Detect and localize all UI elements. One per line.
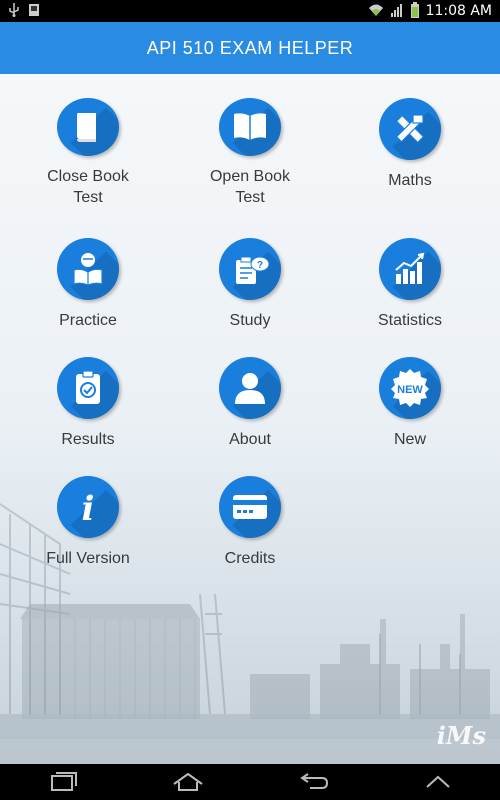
info-glyph: i (82, 489, 95, 526)
menu-item-label: About (229, 431, 271, 448)
menu-item-new[interactable]: NEW New (330, 357, 490, 467)
chevron-up-icon (425, 775, 450, 788)
info-icon: i (57, 476, 119, 538)
menu-item-practice[interactable]: Practice (8, 238, 168, 348)
menu-item-label: Study (229, 312, 271, 329)
checklist-icon (57, 357, 119, 419)
menu-item-open-book-test[interactable]: Open Book Test (170, 98, 330, 208)
menu-up-button[interactable] (408, 767, 468, 797)
menu-item-label: Credits (224, 550, 276, 567)
menu-item-label: New (393, 431, 426, 448)
person-icon (219, 357, 281, 419)
menu-item-label: Close Book Test (47, 168, 129, 206)
closed-book-icon (57, 98, 119, 156)
recent-apps-button[interactable] (33, 767, 93, 797)
usb-icon (8, 3, 20, 19)
menu-item-credits[interactable]: Credits (170, 476, 330, 586)
status-bar: 11:08 AM (0, 0, 500, 22)
reading-person-icon (57, 238, 119, 300)
menu-item-statistics[interactable]: Statistics (330, 238, 490, 348)
menu-item-label: Full Version (46, 550, 130, 567)
open-book-icon (219, 98, 281, 156)
battery-icon (410, 2, 420, 20)
wifi-icon (368, 3, 384, 19)
menu-item-about[interactable]: About (170, 357, 330, 467)
home-icon (172, 772, 203, 791)
menu-item-label: Results (61, 431, 115, 448)
new-badge-icon: NEW (379, 357, 441, 419)
svg-text:?: ? (257, 260, 263, 271)
study-clipboard-icon: ? (219, 238, 281, 300)
back-button[interactable] (283, 767, 343, 797)
app-title: API 510 EXAM HELPER (146, 37, 354, 58)
back-icon (299, 773, 328, 789)
main-content: Close Book Test Open Book Test Maths Pra… (0, 74, 500, 764)
menu-item-maths[interactable]: Maths (330, 98, 490, 208)
credit-card-icon (219, 476, 281, 538)
menu-item-label: Maths (388, 172, 432, 189)
new-badge-text: NEW (397, 384, 423, 396)
screenshot-icon (28, 3, 40, 19)
menu-item-close-book-test[interactable]: Close Book Test (8, 98, 168, 208)
bar-chart-icon (379, 238, 441, 300)
menu-item-full-version[interactable]: i Full Version (8, 476, 168, 586)
menu-item-label: Statistics (377, 312, 442, 329)
pencil-ruler-icon (379, 98, 441, 160)
home-button[interactable] (158, 767, 218, 797)
menu-item-results[interactable]: Results (8, 357, 168, 467)
menu-item-label: Open Book Test (209, 168, 291, 206)
menu-item-label: Practice (59, 312, 117, 329)
watermark-logo: iMs (436, 721, 486, 750)
menu-item-study[interactable]: ? Study (170, 238, 330, 348)
recent-apps-icon (50, 772, 77, 791)
app-header: API 510 EXAM HELPER (0, 22, 500, 74)
system-nav-bar (0, 764, 500, 800)
status-time: 11:08 AM (425, 3, 492, 19)
signal-icon (390, 3, 404, 19)
